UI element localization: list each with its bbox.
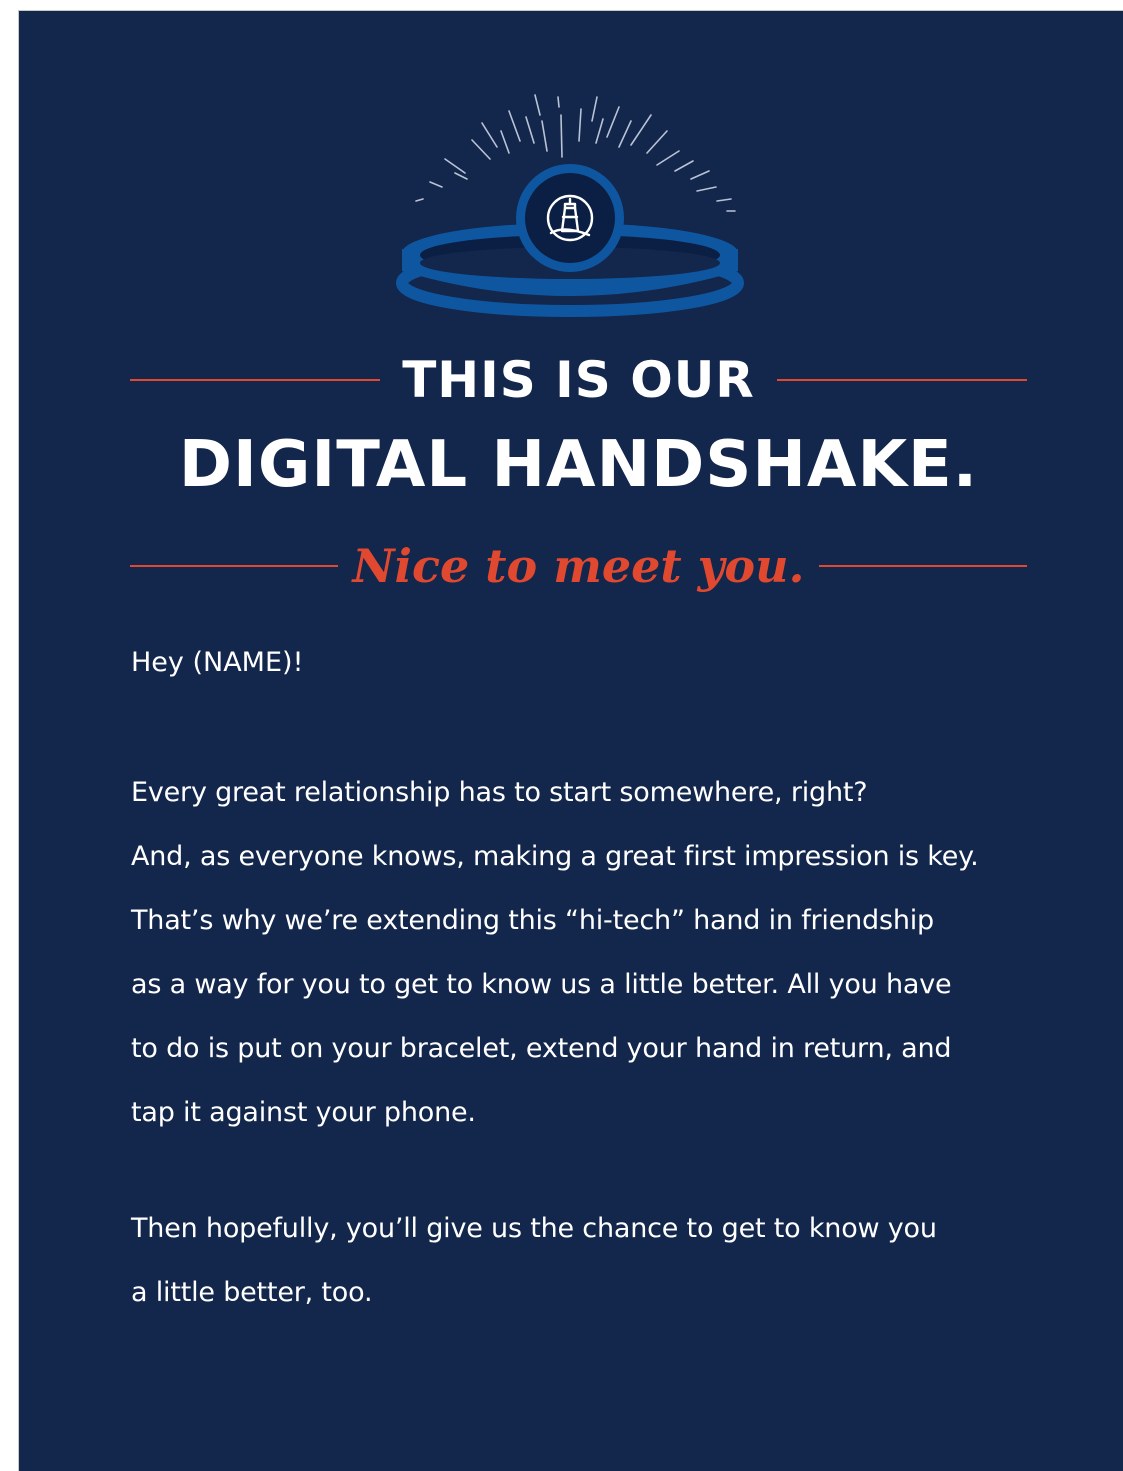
divider-left: [130, 565, 339, 567]
headline-script-row: Nice to meet you.: [130, 531, 1027, 601]
paragraph-line: to do is put on your bracelet, extend yo…: [131, 1033, 952, 1064]
divider-left: [130, 379, 381, 381]
paragraph-line: Then hopefully, you’ll give us the chanc…: [131, 1213, 937, 1244]
greeting: Hey (NAME)!: [131, 647, 304, 678]
paragraph-line: as a way for you to get to know us a lit…: [131, 969, 952, 1000]
letter-page: THIS IS OUR DIGITAL HANDSHAKE. Nice to m…: [18, 10, 1123, 1471]
paragraph-line: Every great relationship has to start so…: [131, 777, 868, 808]
paragraph-closing: Then hopefully, you’ll give us the chanc…: [131, 1197, 1051, 1325]
paragraph-intro: Every great relationship has to start so…: [131, 761, 1051, 1145]
headline-script: Nice to meet you.: [352, 539, 805, 593]
divider-right: [776, 379, 1028, 381]
paragraph-line: That’s why we’re extending this “hi-tech…: [131, 905, 934, 936]
paragraph-line: tap it against your phone.: [131, 1097, 476, 1128]
headline-main: DIGITAL HANDSHAKE.: [178, 428, 979, 502]
headline-intro-row: THIS IS OUR: [130, 345, 1028, 415]
bracelet-icon: [396, 164, 744, 317]
bracelet-emblem: [396, 94, 744, 317]
divider-right: [818, 565, 1027, 567]
paragraph-line: a little better, too.: [131, 1277, 373, 1308]
paragraph-line: And, as everyone knows, making a great f…: [131, 841, 979, 872]
letter-body: Hey (NAME)! Every great relationship has…: [131, 647, 1051, 1325]
headline-intro: THIS IS OUR: [402, 351, 755, 409]
